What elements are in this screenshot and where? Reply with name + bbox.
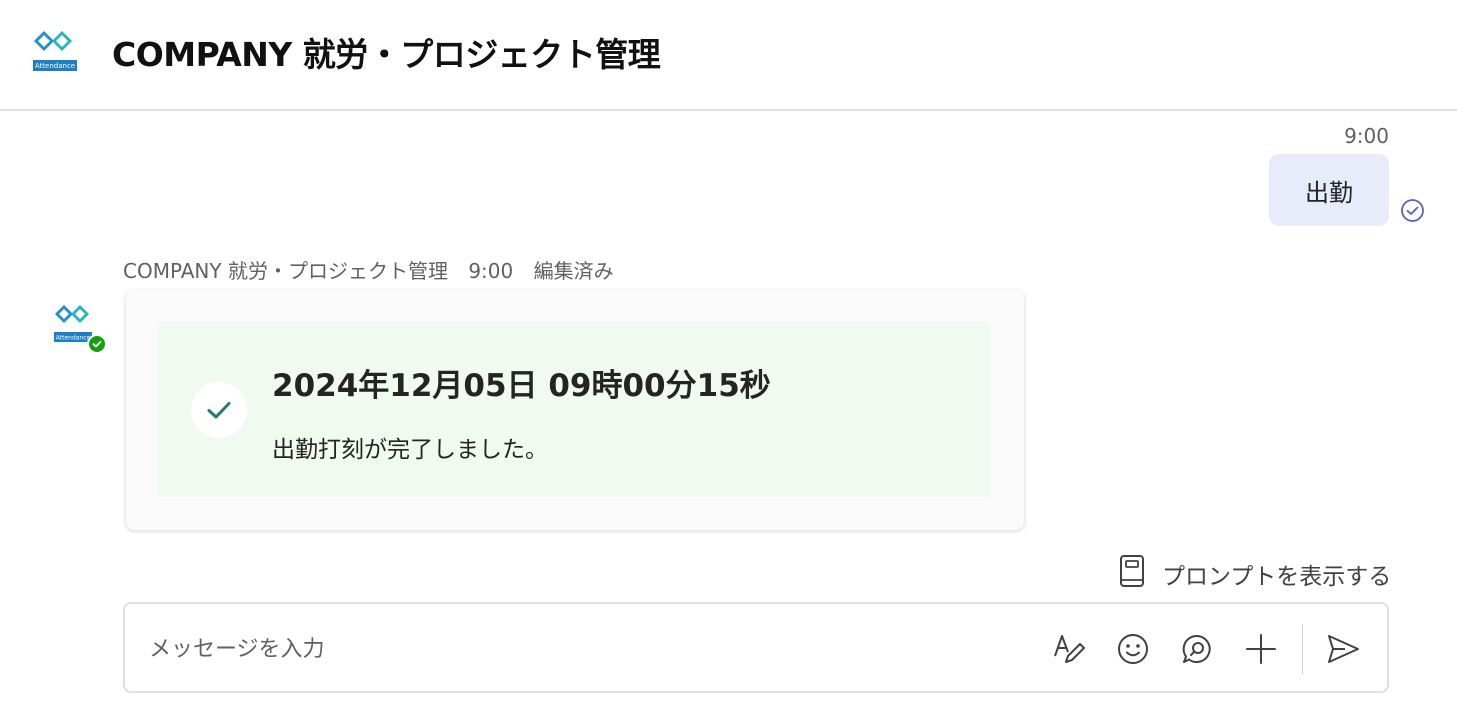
format-icon[interactable] [1051,631,1087,667]
bot-sender-name: COMPANY 就労・プロジェクト管理 [123,259,448,283]
app-title: COMPANY 就労・プロジェクト管理 [112,35,661,74]
composer-divider [1302,624,1303,674]
card-success-container: 2024年12月05日 09時00分15秒 出勤打刻が完了しました。 [158,322,990,497]
sent-message-bubble[interactable]: 出勤 [1269,154,1389,226]
message-composer [123,602,1389,693]
message-input[interactable] [149,632,999,666]
sent-message-time: 9:00 [1344,124,1389,148]
punch-timestamp: 2024年12月05日 09時00分15秒 [272,368,771,404]
send-icon[interactable] [1325,631,1361,667]
bot-message-meta: COMPANY 就労・プロジェクト管理 9:00 編集済み [123,255,628,284]
app-logo: Attendance [30,27,80,73]
app-header: Attendance COMPANY 就労・プロジェクト管理 [0,0,1457,111]
emoji-icon[interactable] [1115,631,1151,667]
book-icon [1118,554,1146,594]
bot-message-time: 9:00 [468,259,514,283]
checkmark-icon [191,382,247,438]
add-icon[interactable] [1243,631,1279,667]
presence-available-icon [87,334,107,354]
view-prompts-label: プロンプトを表示する [1162,564,1392,590]
punch-result-text: 出勤打刻が完了しました。 [272,437,548,463]
logo-text: Attendance [35,62,75,70]
loop-icon[interactable] [1179,631,1215,667]
read-check-icon [1400,198,1425,223]
attendance-card: 2024年12月05日 09時00分15秒 出勤打刻が完了しました。 [126,290,1024,530]
avatar-logo-text: Attendance [56,335,91,342]
edited-label: 編集済み [533,259,614,283]
view-prompts-button[interactable]: プロンプトを表示する [1118,554,1392,594]
